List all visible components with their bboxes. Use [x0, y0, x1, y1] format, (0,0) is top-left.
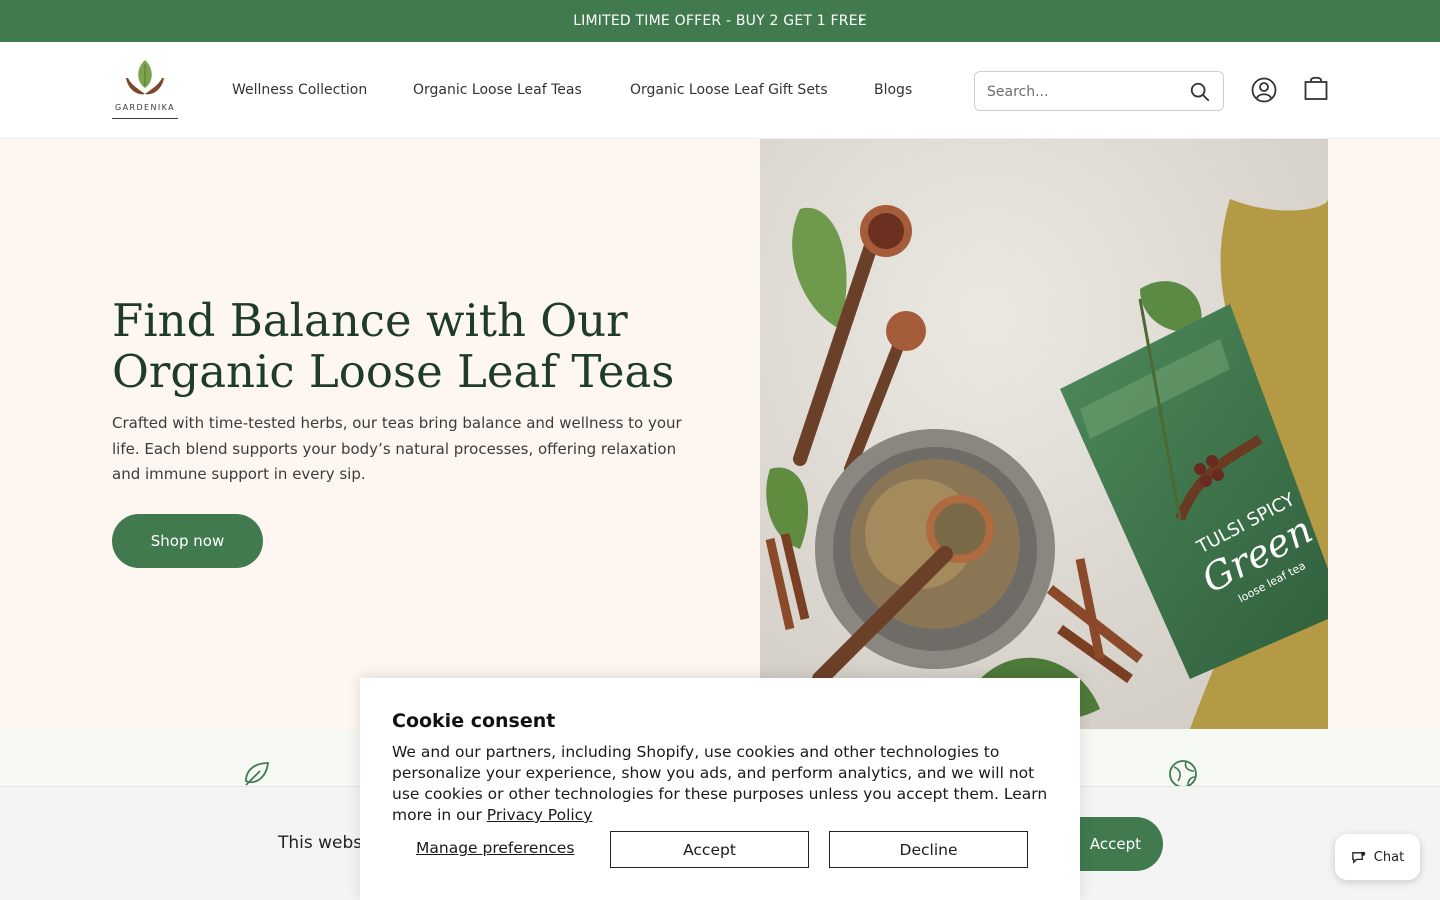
cookie-body: We and our partners, including Shopify, …: [392, 742, 1052, 826]
nav-organic-loose-leaf-teas[interactable]: Organic Loose Leaf Teas: [413, 82, 582, 98]
hero-section: Find Balance with Our Organic Loose Leaf…: [0, 139, 1440, 729]
cookie-consent-dialog: Cookie consent We and our partners, incl…: [360, 678, 1080, 900]
logo[interactable]: GARDENIKA: [112, 56, 178, 122]
announcement-bar[interactable]: LIMITED TIME OFFER - BUY 2 GET 1 FREE ›: [0, 0, 1440, 42]
globe-icon: [1169, 760, 1197, 788]
hero-image: TULSI SPICY Green loose leaf tea: [760, 139, 1328, 729]
manage-preferences-link[interactable]: Manage preferences: [416, 839, 574, 857]
hero-title: Find Balance with Our Organic Loose Leaf…: [112, 294, 675, 398]
leaf-icon: [245, 762, 270, 786]
chat-button[interactable]: Chat: [1335, 834, 1420, 880]
cart-icon[interactable]: [1302, 74, 1330, 102]
cookie-decline-button[interactable]: Decline: [829, 831, 1028, 868]
brand-name: GARDENIKA: [115, 103, 175, 112]
hero-subtitle: Crafted with time-tested herbs, our teas…: [112, 414, 682, 483]
shop-now-button[interactable]: Shop now: [112, 514, 263, 568]
logo-rule: [112, 118, 178, 119]
search-input[interactable]: [987, 81, 1187, 103]
cookie-title: Cookie consent: [392, 710, 556, 732]
account-icon[interactable]: [1250, 76, 1278, 104]
privacy-banner-text: This websi: [278, 833, 367, 853]
site-header: GARDENIKA Wellness Collection Organic Lo…: [0, 42, 1440, 139]
cookie-accept-button[interactable]: Accept: [610, 831, 809, 868]
announcement-text: LIMITED TIME OFFER - BUY 2 GET 1 FREE: [573, 13, 867, 29]
search-icon[interactable]: [1189, 81, 1211, 103]
search-box[interactable]: [974, 71, 1224, 111]
tea-product-photo: TULSI SPICY Green loose leaf tea: [760, 139, 1328, 729]
chat-label: Chat: [1373, 849, 1405, 865]
chat-icon: [1352, 851, 1366, 864]
privacy-policy-link[interactable]: Privacy Policy: [487, 806, 593, 824]
nav-blogs[interactable]: Blogs: [874, 82, 912, 98]
nav-organic-loose-leaf-gift-sets[interactable]: Organic Loose Leaf Gift Sets: [630, 82, 828, 98]
logo-icon: [126, 60, 164, 95]
nav-wellness-collection[interactable]: Wellness Collection: [232, 82, 367, 98]
chevron-right-icon[interactable]: ›: [858, 12, 864, 28]
